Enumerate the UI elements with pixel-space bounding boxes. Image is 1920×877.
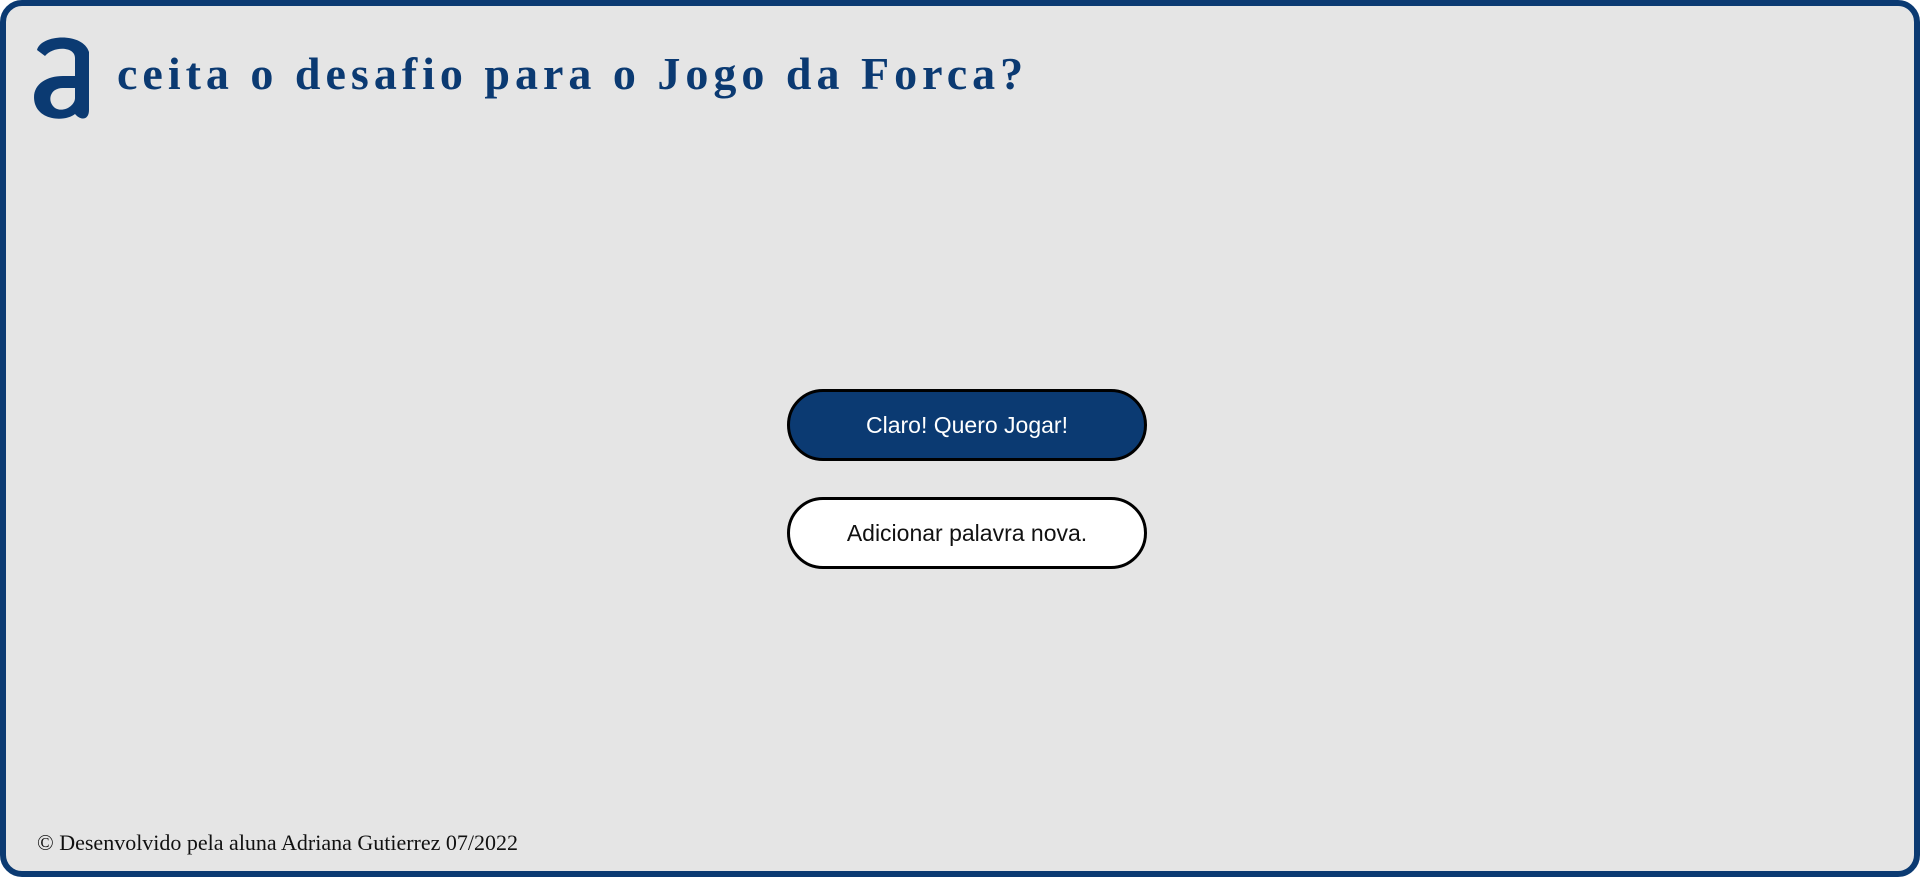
header: ceita o desafio para o Jogo da Forca? [31,30,1028,122]
page-title: ceita o desafio para o Jogo da Forca? [117,48,1029,99]
menu-actions: Claro! Quero Jogar! Adicionar palavra no… [787,389,1147,569]
add-word-button[interactable]: Adicionar palavra nova. [787,497,1147,569]
footer-credit: © Desenvolvido pela aluna Adriana Gutier… [37,830,519,855]
app-frame: ceita o desafio para o Jogo da Forca? Cl… [0,0,1920,877]
play-button[interactable]: Claro! Quero Jogar! [787,389,1147,461]
letter-a-logo-icon [34,37,89,119]
